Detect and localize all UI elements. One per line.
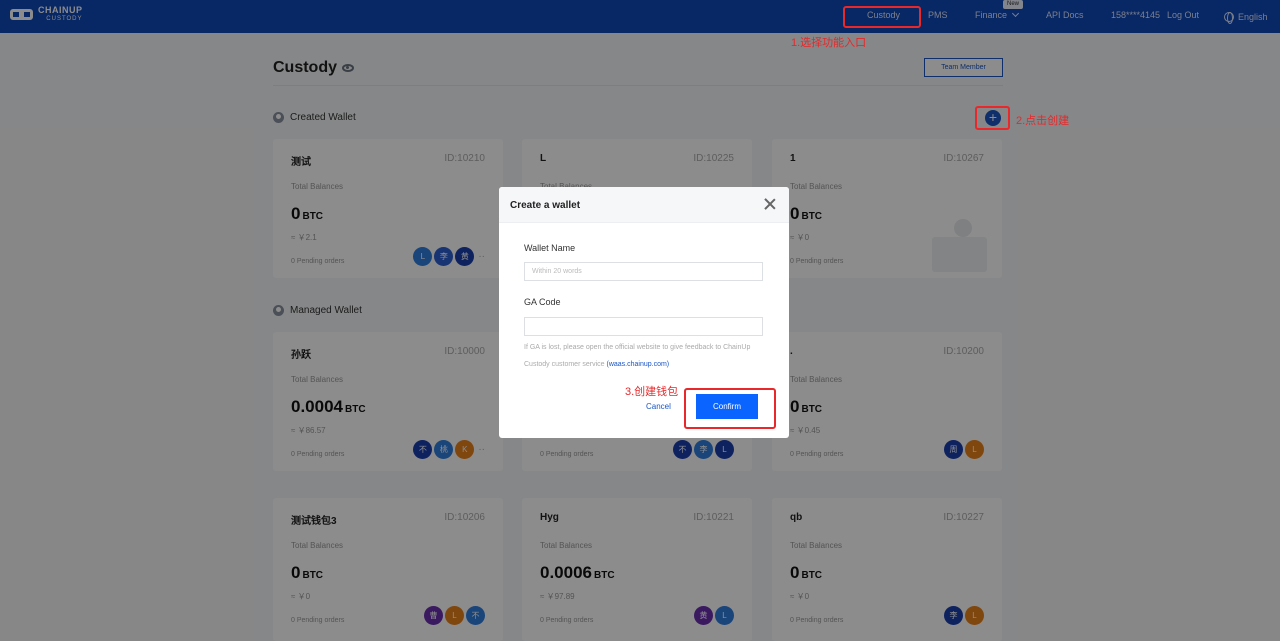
dialog-header: Create a wallet (499, 187, 789, 223)
ga-hint-text: If GA is lost, please open the official … (524, 339, 769, 373)
annotation-box-step2 (975, 106, 1010, 130)
annotation-step2: 2.点击创建 (1016, 115, 1070, 127)
close-icon[interactable] (764, 198, 776, 210)
ga-code-label: GA Code (524, 297, 561, 307)
annotation-step1: 1.选择功能入口 (791, 37, 867, 49)
annotation-box-step1 (843, 6, 921, 28)
cancel-button[interactable]: Cancel (646, 402, 671, 411)
annotation-step3: 3.创建钱包 (625, 386, 679, 398)
ga-code-input[interactable] (524, 317, 763, 336)
ga-hint-link[interactable]: (waas.chainup.com) (606, 361, 669, 368)
dialog-title: Create a wallet (510, 200, 581, 211)
annotation-box-step3 (684, 388, 776, 429)
wallet-name-input[interactable]: Within 20 words (524, 262, 763, 281)
wallet-name-label: Wallet Name (524, 243, 576, 253)
